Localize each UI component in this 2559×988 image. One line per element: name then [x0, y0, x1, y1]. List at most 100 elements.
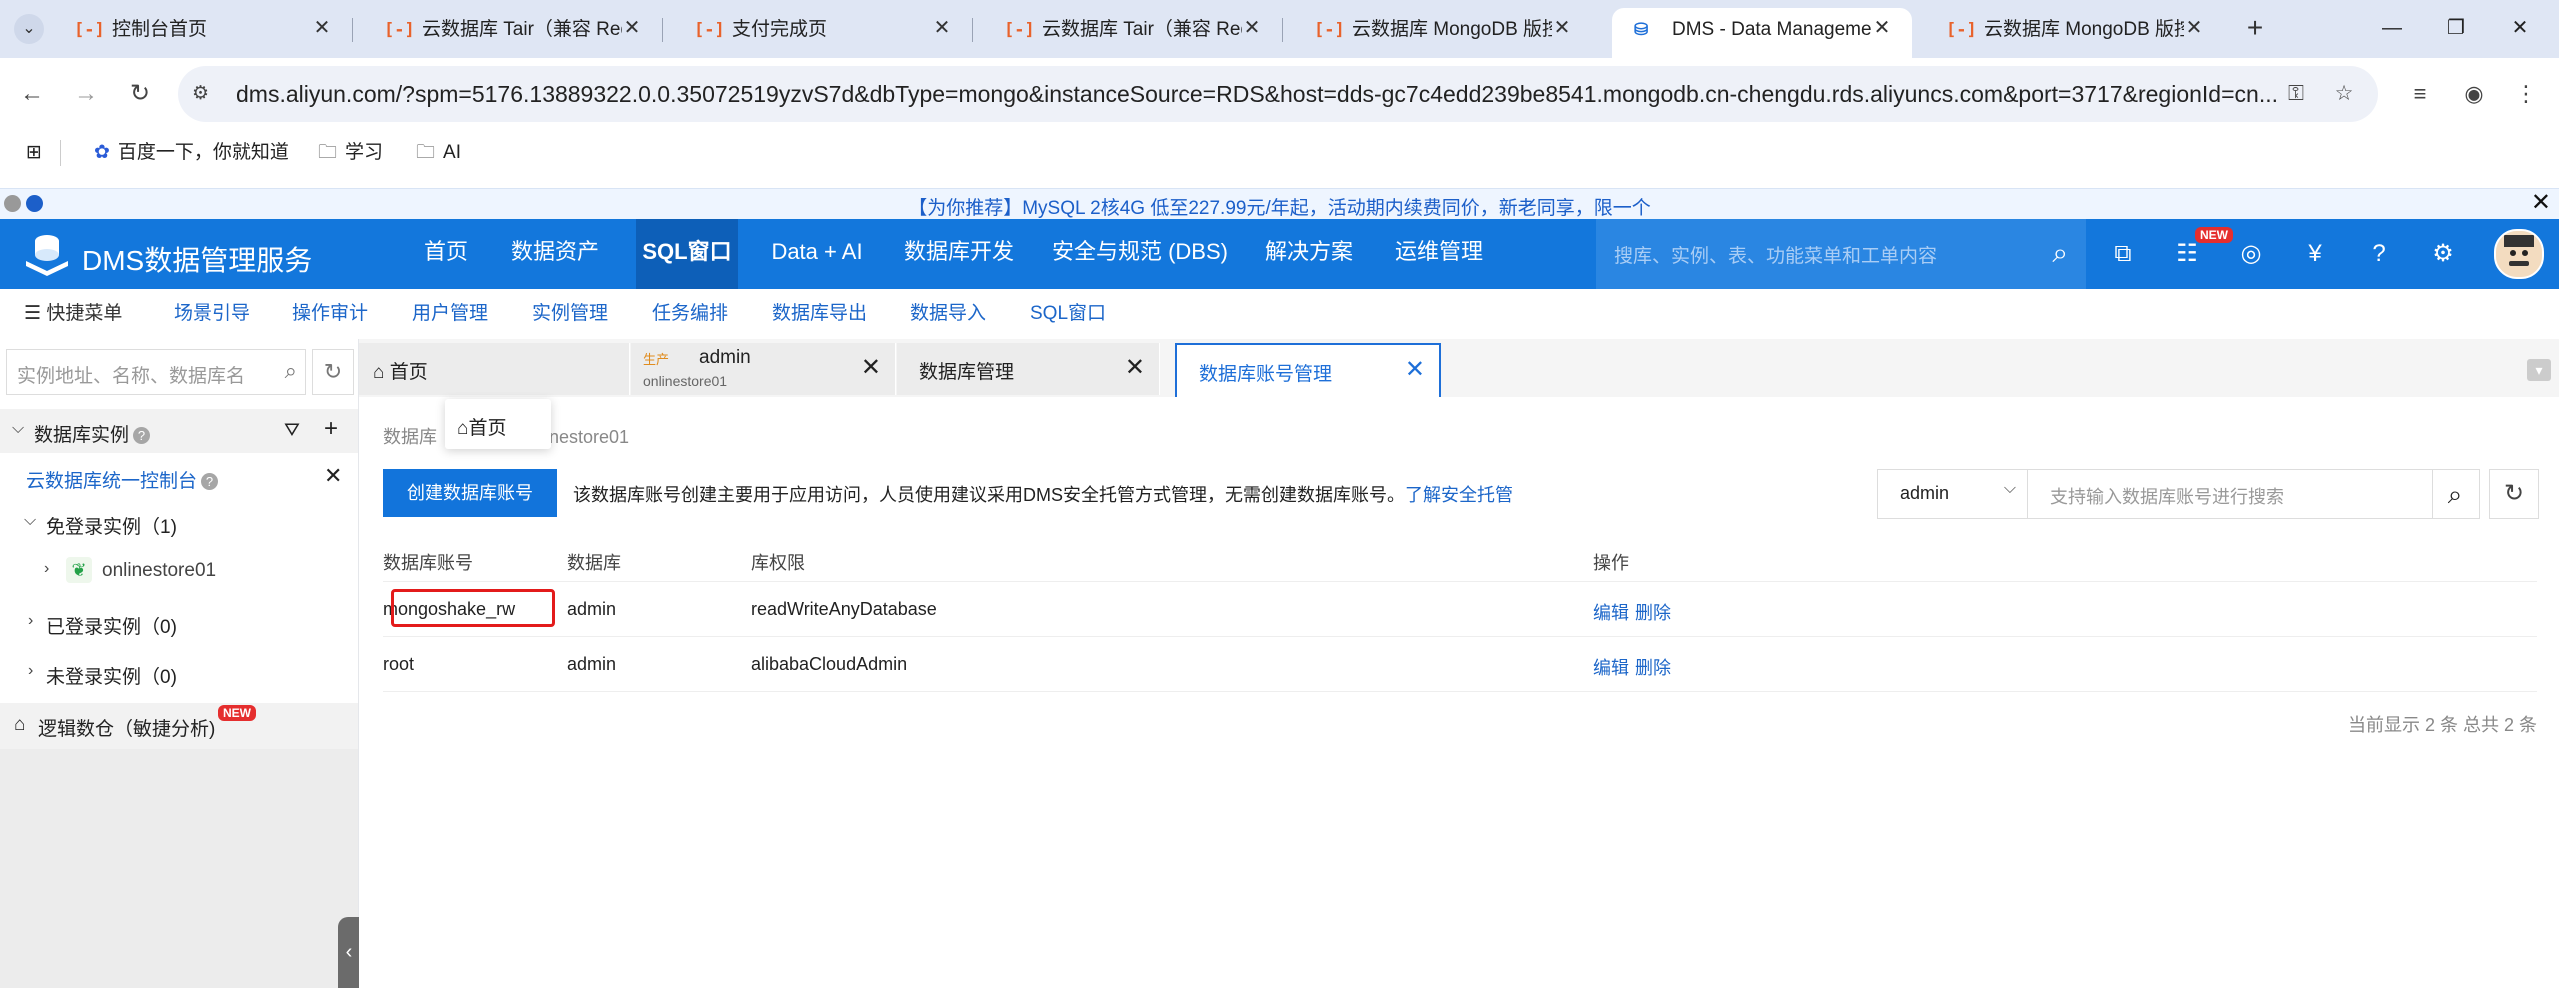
- more-menu-icon[interactable]: ⋮: [2508, 76, 2544, 112]
- nav-security[interactable]: 安全与规范 (DBS): [1050, 219, 1230, 289]
- avatar[interactable]: [2494, 229, 2544, 279]
- console-link[interactable]: 云数据库统一控制台: [26, 471, 197, 492]
- close-icon[interactable]: ✕: [930, 16, 954, 40]
- tab-home[interactable]: ⌂ 首页: [359, 343, 630, 395]
- bookmark-folder-study[interactable]: 🗀 学习: [318, 138, 383, 168]
- copy-icon[interactable]: ⧉: [2106, 237, 2140, 271]
- close-icon[interactable]: ✕: [2531, 189, 2551, 217]
- quick-link[interactable]: 操作审计: [292, 301, 368, 327]
- promo-text[interactable]: 【为你推荐】MySQL 2核4G 低至227.99元/年起，活动期内续费同价，新…: [0, 193, 2559, 220]
- browser-tab[interactable]: [-] 云数据库 Tair（兼容 Redis ✕: [982, 8, 1283, 52]
- quick-link[interactable]: 实例管理: [532, 301, 608, 327]
- quick-link[interactable]: 数据库导出: [772, 301, 867, 327]
- tab-admin[interactable]: 生产 admin onlinestore01 ✕: [631, 343, 896, 395]
- quick-menu-toggle[interactable]: ☰ 快捷菜单: [24, 301, 122, 327]
- filter-icon[interactable]: ⛛: [284, 420, 300, 442]
- chevron-down-icon[interactable]: ⌵: [12, 420, 24, 438]
- tree-group[interactable]: › 已登录实例（0): [0, 601, 358, 645]
- apps-grid-icon[interactable]: ⊞: [26, 138, 42, 168]
- close-icon[interactable]: ✕: [324, 463, 342, 489]
- tabs-dropdown-icon[interactable]: ▾: [2527, 359, 2551, 381]
- browser-tab[interactable]: [-] 云数据库 MongoDB 版控 ✕: [1292, 8, 1592, 52]
- minimize-icon[interactable]: —: [2372, 10, 2412, 46]
- new-tab-button[interactable]: +: [2240, 14, 2270, 44]
- quick-link[interactable]: 场景引导: [174, 301, 250, 327]
- edit-link[interactable]: 编辑: [1593, 654, 1629, 680]
- section-header[interactable]: ⌵ 数据库实例? ⛛ +: [0, 409, 358, 453]
- db-filter-select[interactable]: admin ⌵: [1877, 469, 2028, 519]
- chevron-right-icon[interactable]: ›: [28, 662, 33, 680]
- logical-dw-row[interactable]: ⌂ 逻辑数仓（敏捷分析) NEW: [0, 703, 358, 749]
- close-icon[interactable]: ✕: [1240, 16, 1264, 40]
- site-info-icon[interactable]: ⚙: [192, 82, 216, 106]
- help-icon[interactable]: ?: [201, 473, 219, 490]
- close-icon[interactable]: ✕: [2182, 16, 2206, 40]
- ai-assistant-icon[interactable]: ◎: [2234, 237, 2268, 271]
- tree-group[interactable]: › 未登录实例（0): [0, 651, 358, 695]
- refresh-icon[interactable]: ↻: [2489, 469, 2539, 519]
- close-icon[interactable]: ✕: [620, 16, 644, 40]
- instance-search-input[interactable]: 实例地址、名称、数据库名 ⌕: [6, 349, 306, 395]
- chevron-right-icon[interactable]: ›: [44, 560, 49, 578]
- add-icon[interactable]: +: [324, 415, 338, 443]
- password-key-icon[interactable]: ⚿: [2282, 80, 2310, 108]
- restore-icon[interactable]: ❐: [2436, 10, 2476, 46]
- window-close-icon[interactable]: ✕: [2500, 10, 2540, 46]
- delete-link[interactable]: 删除: [1635, 654, 1671, 680]
- chevron-down-icon[interactable]: ⌵: [24, 512, 36, 530]
- global-search[interactable]: 搜库、实例、表、功能菜单和工单内容 ⌕: [1596, 219, 2086, 289]
- tree-instance[interactable]: › ❦ onlinestore01: [0, 549, 358, 593]
- tab-db-account-management[interactable]: 数据库账号管理 ✕: [1175, 343, 1441, 397]
- settings-gear-icon[interactable]: ⚙: [2426, 237, 2460, 271]
- search-icon[interactable]: ⌕: [285, 358, 297, 384]
- instance-name[interactable]: onlinestore01: [102, 560, 216, 582]
- console-link-row[interactable]: 云数据库统一控制台? ✕: [0, 455, 358, 499]
- browser-tab[interactable]: [-] 云数据库 MongoDB 版控 ✕: [1924, 8, 2224, 52]
- close-icon[interactable]: ✕: [1870, 16, 1894, 40]
- back-arrow-icon[interactable]: ←: [14, 76, 50, 112]
- nav-data-ai[interactable]: Data + AI: [762, 219, 872, 289]
- close-icon[interactable]: ✕: [1405, 357, 1425, 383]
- delete-link[interactable]: 删除: [1635, 599, 1671, 625]
- tab-db-management[interactable]: 数据库管理 ✕: [897, 343, 1160, 395]
- chevron-right-icon[interactable]: ›: [28, 612, 33, 630]
- profile-icon[interactable]: ◉: [2456, 76, 2492, 112]
- bookmark-folder-ai[interactable]: 🗀 AI: [416, 138, 461, 168]
- nav-home[interactable]: 首页: [406, 219, 486, 289]
- create-db-account-button[interactable]: 创建数据库账号: [383, 469, 557, 517]
- browser-tab-active[interactable]: ⛁ DMS - Data Management ✕: [1612, 8, 1912, 58]
- browser-tab[interactable]: [-] 支付完成页 ✕: [672, 8, 973, 52]
- bookmark-baidu[interactable]: ✿ 百度一下，你就知道: [94, 138, 289, 168]
- tree-group[interactable]: ⌵ 免登录实例（1): [0, 501, 358, 545]
- help-icon[interactable]: ?: [2362, 237, 2396, 271]
- forward-arrow-icon[interactable]: →: [68, 76, 104, 112]
- quick-link[interactable]: 任务编排: [652, 301, 728, 327]
- nav-ops[interactable]: 运维管理: [1384, 219, 1494, 289]
- refresh-icon[interactable]: ↻: [312, 349, 354, 395]
- url-text[interactable]: dms.aliyun.com/?spm=5176.13889322.0.0.35…: [236, 80, 2276, 108]
- browser-tab[interactable]: [-] 云数据库 Tair（兼容 Redis ✕: [362, 8, 663, 52]
- quick-link[interactable]: SQL窗口: [1030, 301, 1106, 327]
- nav-solutions[interactable]: 解决方案: [1254, 219, 1364, 289]
- browser-tab[interactable]: [-] 控制台首页 ✕: [52, 8, 353, 52]
- edit-link[interactable]: 编辑: [1593, 599, 1629, 625]
- close-icon[interactable]: ✕: [861, 355, 881, 381]
- quick-link[interactable]: 数据导入: [910, 301, 986, 327]
- billing-icon[interactable]: ¥: [2298, 237, 2332, 271]
- brand-title[interactable]: DMS数据管理服务: [82, 239, 312, 279]
- bookmark-star-icon[interactable]: ☆: [2330, 80, 2358, 108]
- quick-link[interactable]: 用户管理: [412, 301, 488, 327]
- close-icon[interactable]: ✕: [1550, 16, 1574, 40]
- account-search-input[interactable]: 支持输入数据库账号进行搜索: [2027, 469, 2433, 519]
- reading-list-icon[interactable]: ≡: [2402, 76, 2438, 112]
- close-icon[interactable]: ✕: [1125, 355, 1145, 381]
- search-icon[interactable]: ⌕: [2431, 469, 2480, 519]
- nav-db-dev[interactable]: 数据库开发: [892, 219, 1026, 289]
- nav-sql-window[interactable]: SQL窗口: [636, 219, 738, 289]
- help-icon[interactable]: ?: [133, 427, 151, 444]
- omnibox[interactable]: ⚙ dms.aliyun.com/?spm=5176.13889322.0.0.…: [178, 66, 2378, 122]
- collapse-sidebar-icon[interactable]: ‹: [338, 917, 360, 988]
- learn-managed-link[interactable]: 了解安全托管: [1405, 485, 1513, 505]
- nav-data-assets[interactable]: 数据资产: [500, 219, 610, 289]
- reload-icon[interactable]: ↻: [122, 76, 158, 112]
